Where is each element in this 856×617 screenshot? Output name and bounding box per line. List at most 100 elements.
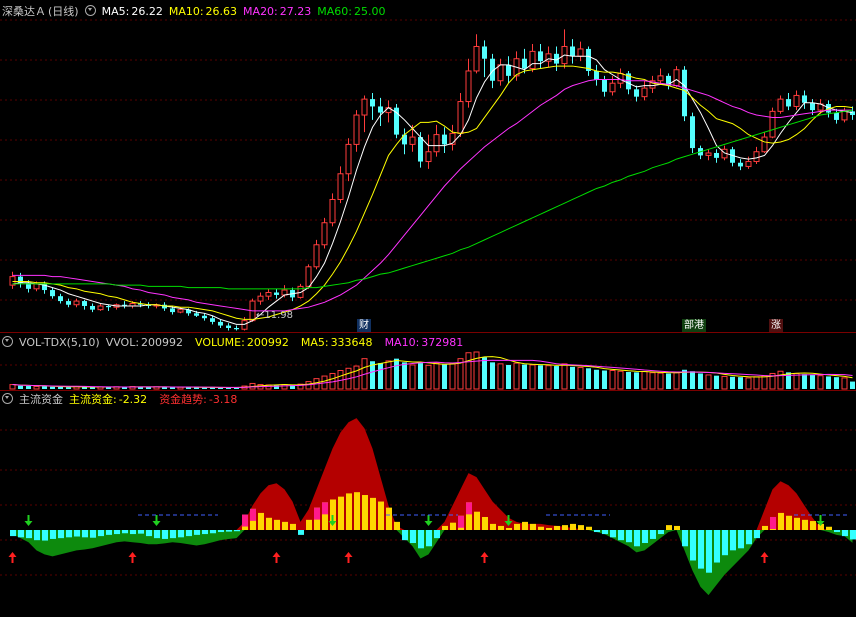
volume-bar-46 (378, 363, 383, 389)
flow-bar-24 (202, 530, 208, 535)
vol-ma5-label: MA5: 333648 (300, 336, 373, 349)
volume-bar-90 (730, 376, 735, 389)
candle-body-52 (425, 151, 432, 163)
candle-body-83 (673, 69, 680, 87)
dropdown-icon[interactable] (84, 5, 96, 16)
flow-bar-42 (346, 493, 352, 530)
flow-bar-52 (426, 530, 432, 547)
event-tag-hk[interactable]: 部港 (682, 319, 706, 332)
candle-body-66 (538, 51, 543, 62)
flow-bar-31 (258, 512, 264, 530)
volume-bar-78 (634, 372, 639, 389)
candle-body-99 (802, 95, 807, 103)
volume-bar-60 (490, 362, 495, 389)
volume-bar-50 (409, 364, 416, 390)
candle-body-57 (465, 70, 472, 103)
flow-bar-64 (522, 521, 528, 530)
flow-bar-37 (306, 519, 312, 530)
buy-arrow-icon-3 (344, 552, 353, 563)
flow-bar-50 (410, 530, 416, 544)
volume-bar-98 (793, 372, 800, 390)
candle-body-78 (634, 89, 639, 97)
flow-hot-cap-30 (250, 508, 256, 521)
volume-dropdown-icon[interactable] (2, 336, 13, 347)
flow-bar-92 (746, 530, 752, 545)
candle-body-59 (482, 46, 487, 59)
panel-divider-2 (0, 390, 856, 391)
flow-bar-4 (42, 530, 48, 541)
flow-bar-2 (26, 530, 32, 539)
candle-body-29 (241, 320, 248, 330)
volume-bar-6 (58, 386, 63, 389)
volume-bar-69 (561, 363, 568, 390)
flow-bar-100 (810, 521, 816, 530)
flow-bar-47 (386, 507, 392, 530)
flow-bar-22 (186, 530, 192, 537)
candle-body-38 (313, 244, 320, 268)
candle-body-9 (82, 301, 87, 306)
flow-indicator-name[interactable]: 主流资金 (19, 393, 63, 406)
volume-bar-101 (817, 375, 824, 390)
volume-bar-57 (465, 352, 472, 390)
volume-bar-53 (433, 362, 440, 390)
sell-arrow-icon-3 (424, 515, 433, 526)
volume-bar-48 (394, 358, 399, 389)
flow-bar-80 (650, 530, 656, 539)
flow-bar-6 (58, 530, 64, 539)
event-tag-rise[interactable]: 涨 (769, 319, 783, 332)
flow-bar-89 (722, 530, 728, 556)
flow-bar-91 (738, 530, 744, 549)
volume-bar-20 (170, 387, 175, 389)
flow-bar-90 (730, 530, 736, 551)
candle-body-41 (337, 173, 344, 200)
candle-body-94 (761, 136, 768, 153)
candle-body-5 (50, 290, 55, 297)
volume-panel-header: VOL-TDX(5,10) VVOL: 200992 VOLUME: 200992 MA5… (2, 335, 475, 351)
candle-body-75 (609, 82, 616, 93)
candle-body-56 (457, 101, 464, 134)
panel-divider-1 (0, 332, 856, 333)
candle-body-28 (234, 328, 239, 330)
volume-indicator-name[interactable]: VOL-TDX(5,10) (19, 336, 100, 349)
candle-body-20 (170, 308, 175, 313)
candle-body-7 (66, 301, 71, 305)
flow-bar-103 (834, 530, 840, 533)
sell-arrow-icon-1 (152, 515, 161, 526)
flow-bar-61 (498, 525, 504, 530)
flow-bar-14 (122, 530, 128, 534)
flow-panel-header: 主流资金 主流资金: -2.32 资金趋势: -3.18 (2, 392, 249, 408)
flow-bar-5 (50, 530, 56, 539)
candle-body-84 (682, 69, 687, 117)
candle-body-46 (378, 106, 383, 113)
candle-body-45 (370, 99, 375, 107)
volume-bar-59 (482, 357, 487, 389)
volume-bar-83 (673, 372, 680, 390)
flow-dropdown-icon[interactable] (2, 393, 13, 404)
volume-bar-88 (714, 375, 719, 389)
candle-body-64 (522, 58, 527, 69)
candle-body-43 (353, 114, 360, 145)
candle-body-58 (473, 45, 480, 72)
flow-bar-20 (170, 530, 176, 539)
candle-body-23 (194, 313, 199, 316)
flow-hot-cap-38 (314, 507, 320, 520)
volume-bar-55 (449, 363, 456, 390)
candle-body-12 (106, 305, 111, 308)
low-price-annotation: ←11.98 (256, 310, 294, 321)
flow-bar-66 (538, 526, 544, 530)
volume-bar-34 (281, 384, 288, 390)
candle-body-6 (58, 296, 63, 302)
event-tag-finance[interactable]: 财 (357, 319, 371, 332)
flow-bar-105 (850, 530, 856, 540)
flow-bar-49 (402, 530, 408, 541)
flow-bar-16 (138, 530, 144, 534)
volume-bar-76 (617, 370, 624, 390)
flow-bar-73 (594, 530, 600, 533)
candle-body-85 (690, 116, 695, 149)
flow-bar-55 (450, 522, 456, 530)
volume-bar-99 (802, 374, 807, 389)
volume-bar-105 (850, 381, 855, 389)
stock-name[interactable]: 深桑达Ａ (2, 5, 46, 18)
flow-bar-1 (18, 530, 24, 538)
candle-body-71 (577, 48, 584, 57)
